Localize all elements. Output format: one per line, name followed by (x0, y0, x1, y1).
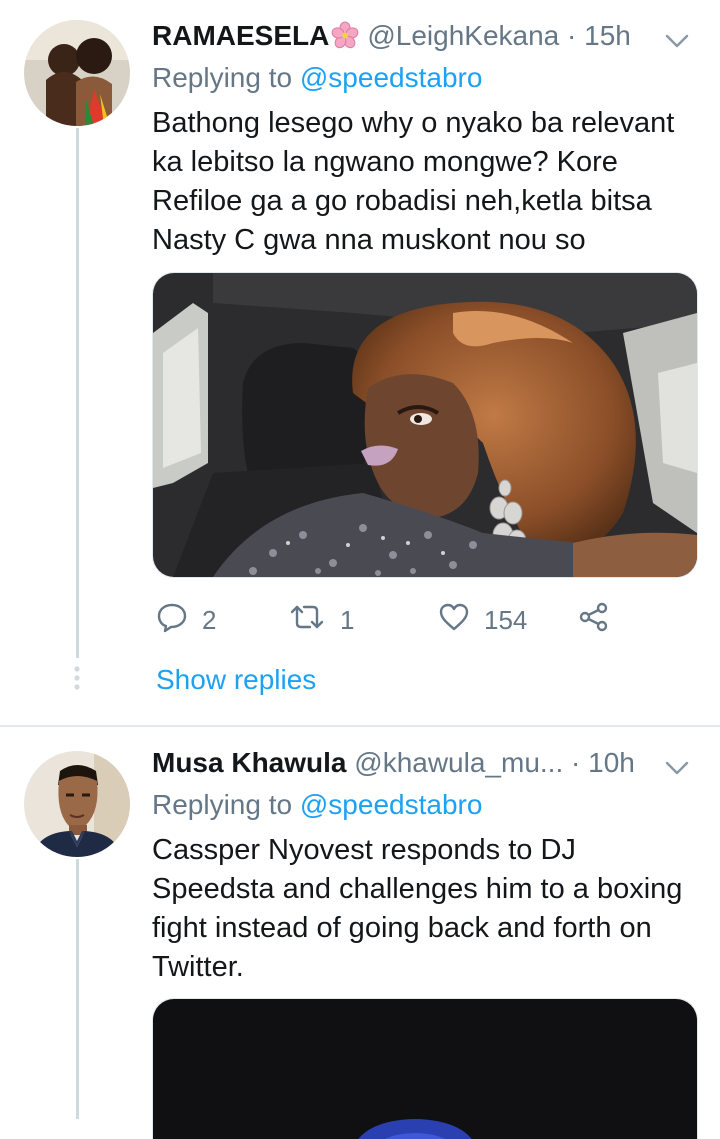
share-icon (578, 601, 610, 640)
tweet-text-line: Speedsta and challenges him to a boxing (152, 873, 683, 905)
replying-to: Replying to @speedstabro (152, 789, 482, 821)
reply-button[interactable]: 2 (156, 598, 216, 642)
tweet-text-line: Twitter. (152, 951, 244, 983)
mention-link[interactable]: @speedstabro (300, 62, 483, 93)
tweet-header: RAMAESELA @LeighKekana · 15h (152, 20, 700, 60)
avatar[interactable] (24, 20, 130, 126)
reply-count: 2 (202, 604, 217, 635)
tweet-text: Bathong lesego why o nyako ba relevant k… (152, 104, 702, 260)
chevron-down-icon[interactable] (664, 753, 690, 785)
show-replies-link[interactable]: Show replies (156, 664, 316, 696)
cherry-blossom-icon (331, 21, 359, 56)
heart-icon (438, 602, 470, 639)
tweet-text: Cassper Nyovest responds to DJ Speedsta … (152, 831, 702, 987)
like-button[interactable]: 154 (438, 598, 527, 642)
tweet-text-line: fight instead of going back and forth on (152, 912, 652, 944)
media-photo (153, 273, 697, 577)
tweet-header: Musa Khawula @khawula_mu... · 10h (152, 747, 700, 787)
separator-dot: · (571, 747, 581, 778)
separator-dot: · (567, 20, 577, 51)
tweet-1[interactable]: RAMAESELA @LeighKekana · 15h Replying to… (0, 0, 720, 726)
timestamp[interactable]: 15h (584, 20, 631, 51)
tweet-text-line: Nasty C gwa nna muskont nou so (152, 224, 586, 256)
handle[interactable]: @LeighKekana (367, 20, 559, 51)
tweet-text-line: Cassper Nyovest responds to DJ (152, 834, 576, 866)
thread-line (76, 859, 79, 1119)
share-button[interactable] (578, 598, 610, 642)
thread-dots (72, 664, 82, 694)
thread-line (76, 128, 79, 658)
media-photo (153, 999, 697, 1139)
mention-link[interactable]: @speedstabro (300, 789, 483, 820)
avatar-photo (24, 20, 130, 126)
tweet-actions: 2 1 154 (152, 598, 672, 642)
tweet-text-line: Refiloe ga a go robadisi neh,ketla bitsa (152, 185, 652, 217)
display-name[interactable]: RAMAESELA (152, 20, 329, 51)
replying-prefix: Replying to (152, 62, 293, 93)
tweet-text-line: ka lebitso la ngwano mongwe? Kore (152, 146, 618, 178)
reply-icon (156, 601, 188, 640)
chevron-down-icon[interactable] (664, 26, 690, 58)
tweet-text-line: Bathong lesego why o nyako ba relevant (152, 107, 675, 139)
replying-prefix: Replying to (152, 789, 293, 820)
tweet-media-image[interactable] (152, 272, 698, 578)
tweet-2[interactable]: Musa Khawula @khawula_mu... · 10h Replyi… (0, 727, 720, 1139)
retweet-button[interactable]: 1 (288, 598, 354, 642)
retweet-count: 1 (340, 604, 355, 635)
replying-to: Replying to @speedstabro (152, 62, 482, 94)
retweet-icon (288, 602, 326, 639)
timestamp[interactable]: 10h (588, 747, 635, 778)
handle[interactable]: @khawula_mu... (354, 747, 563, 778)
avatar[interactable] (24, 751, 130, 857)
like-count: 154 (484, 604, 528, 635)
display-name[interactable]: Musa Khawula (152, 747, 346, 778)
avatar-photo (24, 751, 130, 857)
